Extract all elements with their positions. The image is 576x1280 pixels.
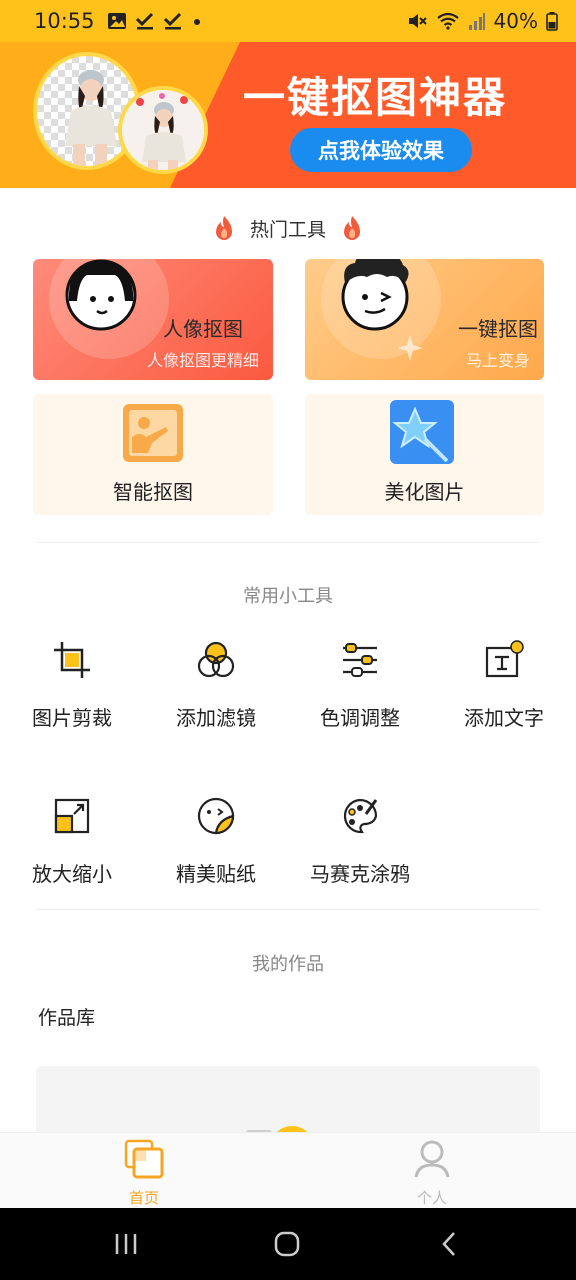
- wifi-icon: [436, 12, 459, 30]
- my-works-title: 我的作品: [252, 954, 324, 975]
- works-library-label: 作品库: [38, 1007, 96, 1029]
- tool-sticker[interactable]: 精美贴纸: [144, 796, 288, 887]
- filter-icon: [197, 641, 235, 678]
- back-icon[interactable]: [436, 1230, 464, 1258]
- status-notification-icons: [107, 12, 203, 30]
- one-click-cutout-title: 一键抠图: [458, 317, 538, 341]
- tool-tone[interactable]: 色调调整: [288, 640, 432, 731]
- portrait-cutout-subtitle: 人像抠图更精细: [146, 351, 259, 370]
- after-image: [118, 86, 208, 174]
- tool-label: 色调调整: [320, 706, 400, 730]
- sticker-icon: [197, 797, 235, 835]
- mute-icon: [408, 14, 427, 28]
- boy-face-icon: [341, 259, 409, 331]
- sparkle-icon: [397, 335, 423, 361]
- home-pages-icon: [124, 1139, 164, 1179]
- text-icon: [485, 640, 524, 678]
- tool-crop[interactable]: 图片剪裁: [0, 640, 144, 731]
- tool-label: 马赛克涂鸦: [310, 862, 410, 886]
- try-effect-button[interactable]: 点我体验效果: [290, 128, 472, 172]
- crop-icon: [54, 642, 90, 678]
- promo-banner[interactable]: 一键抠图神器 点我体验效果: [0, 42, 576, 188]
- girl-face-icon: [65, 259, 137, 331]
- banner-title: 一键抠图神器: [243, 73, 508, 122]
- recent-apps-icon[interactable]: [112, 1230, 140, 1258]
- user-icon: [414, 1140, 450, 1178]
- common-tools-title: 常用小工具: [243, 586, 333, 607]
- resize-icon: [54, 798, 90, 834]
- status-time: 10:55: [34, 9, 95, 33]
- battery-icon: [546, 12, 558, 31]
- check-icon: [135, 12, 153, 30]
- gallery-icon: [107, 13, 126, 29]
- divider: [36, 909, 540, 910]
- one-click-cutout-subtitle: 马上变身: [465, 351, 530, 370]
- battery-percent: 40%: [493, 9, 538, 33]
- flame-icon: [215, 216, 232, 240]
- flame-icon: [344, 216, 360, 240]
- tool-label: 精美贴纸: [176, 862, 256, 886]
- bottom-nav: 首页 个人: [0, 1132, 576, 1208]
- smart-cutout-icon: [123, 404, 183, 462]
- portrait-cutout-card[interactable]: 人像抠图 人像抠图更精细: [33, 259, 273, 380]
- person-figure-icon: [122, 90, 204, 170]
- smart-cutout-title: 智能抠图: [113, 480, 193, 504]
- portrait-cutout-title: 人像抠图: [163, 317, 243, 341]
- nav-profile[interactable]: 个人: [392, 1139, 472, 1208]
- tool-resize[interactable]: 放大缩小: [0, 796, 144, 887]
- tool-mosaic[interactable]: 马赛克涂鸦: [288, 796, 432, 887]
- beautify-image-title: 美化图片: [384, 480, 465, 504]
- system-nav-bar: [0, 1208, 576, 1280]
- magic-star-icon: [390, 400, 454, 464]
- one-click-cutout-card[interactable]: 一键抠图 马上变身: [305, 259, 544, 380]
- palette-icon: [343, 798, 378, 834]
- sliders-icon: [343, 643, 377, 677]
- smart-cutout-card[interactable]: 智能抠图: [33, 394, 273, 515]
- home-button-icon[interactable]: [273, 1230, 301, 1258]
- signal-icon: [468, 13, 485, 30]
- dot-icon: [193, 19, 200, 25]
- status-bar: 10:55 40%: [0, 0, 576, 42]
- nav-home-label: 首页: [128, 1189, 159, 1207]
- check-icon: [163, 12, 181, 30]
- nav-profile-label: 个人: [416, 1189, 447, 1207]
- tool-label: 放大缩小: [32, 862, 112, 886]
- tool-label: 图片剪裁: [32, 706, 112, 730]
- beautify-image-card[interactable]: 美化图片: [305, 394, 544, 515]
- tool-label: 添加滤镜: [176, 706, 256, 730]
- nav-home[interactable]: 首页: [104, 1139, 184, 1208]
- divider: [36, 542, 540, 543]
- tool-filter[interactable]: 添加滤镜: [144, 640, 288, 731]
- hot-tools-title: 热门工具: [249, 218, 326, 241]
- tool-label: 添加文字: [464, 706, 544, 730]
- hot-tools-heading: 热门工具: [0, 210, 576, 246]
- tool-text[interactable]: 添加文字: [432, 640, 576, 731]
